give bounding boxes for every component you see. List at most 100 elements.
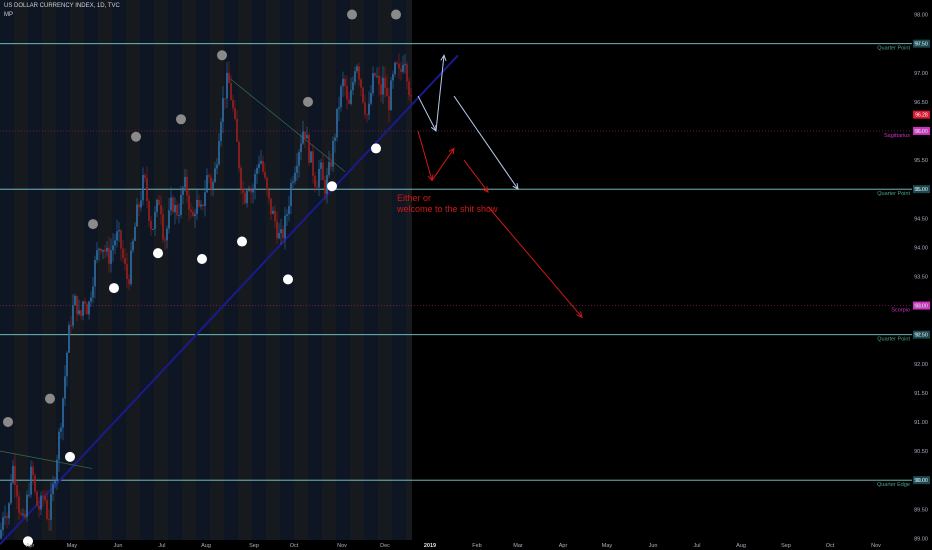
candle-body bbox=[32, 466, 34, 476]
history-band bbox=[140, 0, 154, 540]
red-arrow bbox=[487, 206, 583, 318]
candle-body bbox=[96, 250, 98, 260]
history-band bbox=[42, 0, 56, 540]
candle-body bbox=[56, 459, 58, 482]
candle-body bbox=[76, 295, 78, 315]
candle-body bbox=[136, 204, 138, 227]
chart-canvas[interactable]: Either or welcome to the shit show Quart… bbox=[0, 0, 932, 550]
y-tick-label: 91.50 bbox=[914, 391, 928, 397]
swing-high-marker bbox=[217, 50, 227, 61]
swing-high-marker bbox=[303, 96, 313, 107]
candle-body bbox=[4, 516, 6, 518]
candle-body bbox=[180, 194, 182, 216]
x-tick-label: Feb bbox=[472, 543, 481, 549]
projection-arrows[interactable] bbox=[417, 54, 583, 319]
time-axis[interactable]: Apr May Jun Jul Aug Sep Oct Nov Dec 2019 Feb Mar Apr… bbox=[26, 543, 881, 549]
swing-high-marker bbox=[391, 9, 401, 20]
candle-body bbox=[34, 475, 36, 492]
candle-body bbox=[2, 517, 4, 530]
candle-body bbox=[270, 198, 272, 214]
candle-body bbox=[296, 165, 298, 173]
candle-body bbox=[142, 175, 144, 201]
candle-body bbox=[204, 192, 206, 207]
swing-high-marker bbox=[131, 131, 141, 142]
y-tick-label: 92.50 bbox=[914, 333, 928, 339]
candle-body bbox=[328, 162, 330, 176]
candle-body bbox=[272, 210, 274, 214]
candle-body bbox=[54, 481, 56, 484]
candle-body bbox=[266, 177, 268, 191]
candle-body bbox=[268, 190, 270, 199]
x-tick-label: Aug bbox=[201, 543, 211, 549]
candle-body bbox=[140, 200, 142, 208]
candle-body bbox=[134, 226, 136, 241]
candle-body bbox=[334, 137, 336, 141]
candle-body bbox=[324, 179, 326, 194]
history-background bbox=[0, 0, 412, 540]
history-band bbox=[196, 0, 210, 540]
swing-low-marker bbox=[237, 236, 247, 247]
y-tick-label: 89.00 bbox=[914, 536, 928, 542]
candle-body bbox=[244, 192, 246, 204]
candle-body bbox=[6, 516, 8, 519]
x-tick-label: Jun bbox=[114, 543, 123, 549]
annotation-line-2[interactable]: welcome to the shit show bbox=[396, 204, 498, 214]
x-tick-label: Jul bbox=[158, 543, 165, 549]
candle-body bbox=[52, 483, 54, 494]
candle-body bbox=[356, 66, 358, 72]
x-tick-label: Sep bbox=[249, 543, 259, 549]
candle-body bbox=[278, 233, 280, 239]
candle-body bbox=[80, 310, 82, 316]
candle-body bbox=[186, 176, 188, 196]
y-tick-label: 93.50 bbox=[914, 274, 928, 280]
candle-body bbox=[40, 495, 42, 510]
candle-body bbox=[104, 249, 106, 252]
candle-body bbox=[176, 204, 178, 216]
candle-body bbox=[252, 189, 254, 193]
candle-body bbox=[264, 171, 266, 178]
candle-body bbox=[18, 496, 20, 513]
level-label: Quarter Point bbox=[877, 46, 910, 52]
x-tick-label: 2019 bbox=[424, 543, 436, 549]
annotation-line-1[interactable]: Either or bbox=[397, 193, 431, 203]
price-axis[interactable]: 98.00 97.50 97.00 96.50 96.00 95.50 95.00 94.50… bbox=[913, 13, 930, 543]
y-tick-label: 91.00 bbox=[914, 420, 928, 426]
level-label: Scorpio bbox=[891, 308, 910, 314]
candle-body bbox=[150, 220, 152, 230]
candle-body bbox=[16, 484, 18, 497]
candle-body bbox=[62, 398, 64, 428]
y-tick-label: 97.00 bbox=[914, 71, 928, 77]
candle-body bbox=[170, 197, 172, 211]
candle-body bbox=[58, 431, 60, 460]
candle-body bbox=[148, 201, 150, 221]
level-label: Quarter Point bbox=[877, 191, 910, 197]
candle-body bbox=[178, 215, 180, 217]
candle-body bbox=[256, 168, 258, 175]
history-band bbox=[364, 0, 378, 540]
swing-high-marker bbox=[88, 219, 98, 230]
candle-body bbox=[50, 493, 52, 520]
candle-body bbox=[100, 248, 102, 252]
white-arrow bbox=[417, 95, 437, 132]
candle-body bbox=[408, 81, 410, 96]
candle-body bbox=[172, 197, 174, 213]
candle-body bbox=[240, 168, 242, 188]
candle-body bbox=[314, 175, 316, 187]
candle-body bbox=[110, 250, 112, 264]
history-band bbox=[84, 0, 98, 540]
candle-body bbox=[46, 500, 48, 519]
candle-body bbox=[206, 175, 208, 193]
candle-body bbox=[318, 168, 320, 188]
candle-body bbox=[182, 187, 184, 195]
indicator-label[interactable]: MP bbox=[4, 12, 13, 18]
candle-body bbox=[154, 211, 156, 229]
symbol-title[interactable]: US DOLLAR CURRENCY INDEX, 1D, TVC bbox=[4, 3, 120, 9]
candle-body bbox=[306, 135, 308, 139]
y-tick-label: 94.50 bbox=[914, 216, 928, 222]
candle-body bbox=[64, 376, 66, 399]
candle-body bbox=[20, 512, 22, 515]
candle-body bbox=[70, 325, 72, 327]
y-tick-label: 94.00 bbox=[914, 245, 928, 251]
history-band bbox=[126, 0, 140, 540]
candle-body bbox=[106, 247, 108, 252]
